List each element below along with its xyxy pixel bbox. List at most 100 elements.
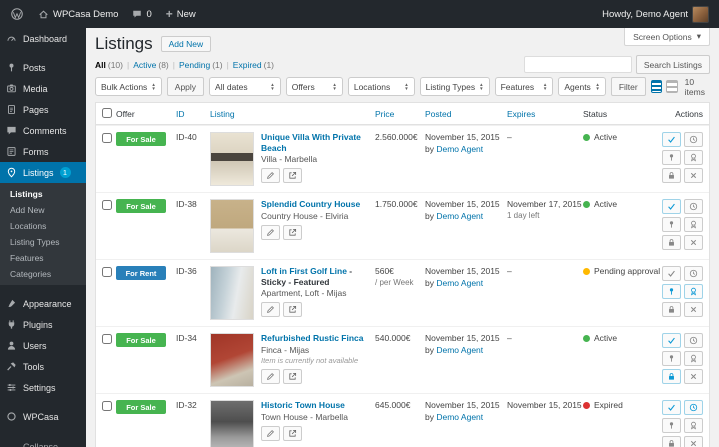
- agents-filter-select[interactable]: Agents ▲ ▼: [558, 77, 606, 96]
- submenu-item-add-new[interactable]: Add New: [0, 202, 86, 218]
- view-listing-button[interactable]: [283, 425, 302, 441]
- sidebar-item-forms[interactable]: Forms: [0, 141, 86, 162]
- activate-action-button[interactable]: [662, 266, 681, 281]
- view-listing-button[interactable]: [283, 168, 302, 184]
- sidebar-item-comments[interactable]: Comments: [0, 120, 86, 141]
- offers-filter-select[interactable]: Offers ▲ ▼: [285, 77, 343, 96]
- submenu-item-locations[interactable]: Locations: [0, 218, 86, 234]
- sidebar-item-media[interactable]: Media: [0, 78, 86, 99]
- featured-action-button[interactable]: [684, 284, 703, 299]
- row-checkbox[interactable]: [102, 401, 112, 411]
- listing-thumbnail[interactable]: [210, 199, 254, 253]
- agent-link[interactable]: Demo Agent: [436, 278, 483, 288]
- sidebar-item-plugins[interactable]: Plugins: [0, 314, 86, 335]
- unavailable-action-button[interactable]: [662, 369, 681, 384]
- featured-action-button[interactable]: [684, 351, 703, 366]
- unavailable-action-button[interactable]: [662, 168, 681, 183]
- listing-title-link[interactable]: Loft in First Golf Line: [261, 266, 347, 276]
- column-header-expires[interactable]: Expires: [507, 109, 583, 119]
- agent-link[interactable]: Demo Agent: [436, 412, 483, 422]
- wordpress-logo-menu[interactable]: [10, 7, 24, 21]
- submenu-item-listings[interactable]: Listings: [0, 186, 86, 202]
- delete-action-button[interactable]: [684, 302, 703, 317]
- featured-action-button[interactable]: [684, 418, 703, 433]
- list-view-icon[interactable]: [650, 80, 663, 93]
- activate-action-button[interactable]: [662, 199, 681, 214]
- sidebar-item-settings[interactable]: Settings: [0, 377, 86, 398]
- select-all-checkbox[interactable]: [102, 108, 112, 118]
- column-header-listing[interactable]: Listing: [210, 109, 375, 119]
- sidebar-item-listings[interactable]: Listings 1: [0, 162, 86, 183]
- site-name-link[interactable]: WPCasa Demo: [38, 9, 118, 20]
- edit-listing-button[interactable]: [261, 302, 280, 318]
- comments-adminbar-link[interactable]: 0: [132, 9, 152, 20]
- delete-action-button[interactable]: [684, 168, 703, 183]
- edit-listing-button[interactable]: [261, 168, 280, 184]
- column-header-posted[interactable]: Posted: [425, 109, 507, 119]
- edit-listing-button[interactable]: [261, 224, 280, 240]
- listing-title-link[interactable]: Refurbished Rustic Finca: [261, 333, 364, 343]
- listing-thumbnail[interactable]: [210, 132, 254, 186]
- pending-action-button[interactable]: [684, 266, 703, 281]
- unavailable-action-button[interactable]: [662, 436, 681, 447]
- listing-types-filter-select[interactable]: Listing Types ▲ ▼: [419, 77, 490, 96]
- column-header-id[interactable]: ID: [176, 109, 210, 119]
- pending-action-button[interactable]: [684, 199, 703, 214]
- delete-action-button[interactable]: [684, 436, 703, 447]
- screen-options-tab[interactable]: Screen Options ▾: [624, 28, 710, 46]
- agent-link[interactable]: Demo Agent: [436, 345, 483, 355]
- agent-link[interactable]: Demo Agent: [436, 211, 483, 221]
- pending-action-button[interactable]: [684, 132, 703, 147]
- sticky-action-button[interactable]: [662, 418, 681, 433]
- dates-filter-select[interactable]: All dates ▲ ▼: [209, 77, 281, 96]
- locations-filter-select[interactable]: Locations ▲ ▼: [347, 77, 415, 96]
- bulk-actions-select[interactable]: Bulk Actions ▲ ▼: [95, 77, 162, 96]
- submenu-item-categories[interactable]: Categories: [0, 266, 86, 282]
- listing-thumbnail[interactable]: [210, 400, 254, 447]
- row-checkbox[interactable]: [102, 133, 112, 143]
- agent-link[interactable]: Demo Agent: [436, 144, 483, 154]
- row-checkbox[interactable]: [102, 334, 112, 344]
- sidebar-item-dashboard[interactable]: Dashboard: [0, 28, 86, 49]
- listing-title-link[interactable]: Historic Town House: [261, 400, 345, 410]
- sticky-action-button[interactable]: [662, 217, 681, 232]
- view-listing-button[interactable]: [283, 224, 302, 240]
- listing-thumbnail[interactable]: [210, 266, 254, 320]
- search-input[interactable]: [523, 56, 632, 73]
- row-checkbox[interactable]: [102, 200, 112, 210]
- sticky-action-button[interactable]: [662, 351, 681, 366]
- listing-title-link[interactable]: Splendid Country House: [261, 199, 360, 209]
- search-listings-button[interactable]: Search Listings: [635, 55, 710, 74]
- pending-action-button[interactable]: [684, 400, 703, 415]
- add-new-button[interactable]: Add New: [160, 36, 212, 52]
- submenu-item-listing-types[interactable]: Listing Types: [0, 234, 86, 250]
- collapse-menu-button[interactable]: Collapse menu: [0, 437, 86, 447]
- unavailable-action-button[interactable]: [662, 302, 681, 317]
- filter-button[interactable]: Filter: [610, 77, 646, 96]
- featured-action-button[interactable]: [684, 217, 703, 232]
- sticky-action-button[interactable]: [662, 284, 681, 299]
- sidebar-item-wpcasa[interactable]: WPCasa: [0, 406, 86, 427]
- new-content-menu[interactable]: + New: [166, 8, 196, 20]
- view-listing-button[interactable]: [283, 368, 302, 384]
- sidebar-item-pages[interactable]: Pages: [0, 99, 86, 120]
- apply-button[interactable]: Apply: [166, 77, 205, 96]
- pending-action-button[interactable]: [684, 333, 703, 348]
- submenu-item-features[interactable]: Features: [0, 250, 86, 266]
- featured-action-button[interactable]: [684, 150, 703, 165]
- sidebar-item-tools[interactable]: Tools: [0, 356, 86, 377]
- delete-action-button[interactable]: [684, 369, 703, 384]
- view-listing-button[interactable]: [283, 302, 302, 318]
- row-checkbox[interactable]: [102, 267, 112, 277]
- activate-action-button[interactable]: [662, 400, 681, 415]
- activate-action-button[interactable]: [662, 132, 681, 147]
- features-filter-select[interactable]: Features ▲ ▼: [494, 77, 554, 96]
- excerpt-view-icon[interactable]: [666, 80, 678, 93]
- listing-thumbnail[interactable]: [210, 333, 254, 387]
- activate-action-button[interactable]: [662, 333, 681, 348]
- edit-listing-button[interactable]: [261, 425, 280, 441]
- listing-title-link[interactable]: Unique Villa With Private Beach: [261, 132, 361, 153]
- edit-listing-button[interactable]: [261, 368, 280, 384]
- sidebar-item-users[interactable]: Users: [0, 335, 86, 356]
- account-menu[interactable]: Howdy, Demo Agent: [602, 5, 709, 23]
